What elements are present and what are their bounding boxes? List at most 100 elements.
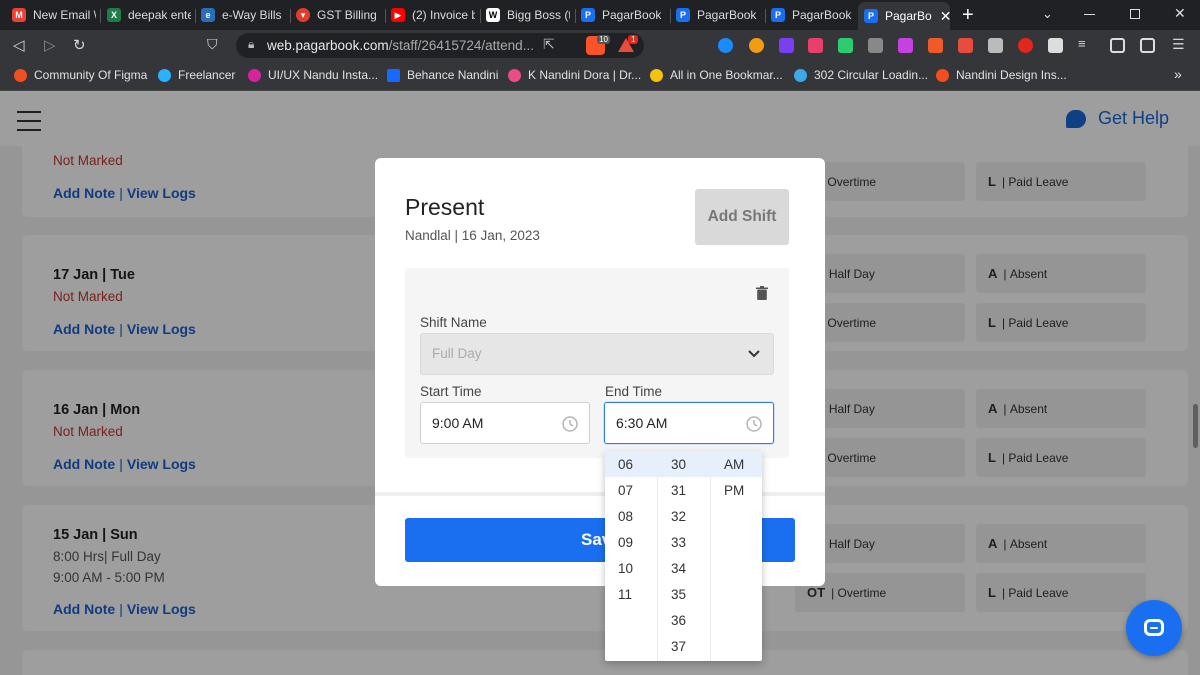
url-host: web.pagarbook.com xyxy=(267,38,389,53)
period-option[interactable]: AM xyxy=(711,451,762,477)
brave-badge: 10 xyxy=(597,35,610,44)
restore-icon[interactable] xyxy=(1130,9,1140,19)
address-bar[interactable]: 🔒︎ web.pagarbook.com/staff/26415724/atte… xyxy=(236,33,644,58)
tab-bigg-boss[interactable]: W Bigg Boss (t xyxy=(486,4,570,26)
hour-option[interactable]: 10 xyxy=(605,555,658,581)
bookmark-icon[interactable]: ⛉ xyxy=(207,36,218,53)
share-icon[interactable]: ⇱ xyxy=(543,36,555,53)
extension-icon[interactable] xyxy=(808,38,823,53)
bookmark-item[interactable]: Nandini Design Ins... xyxy=(936,68,1067,82)
tab-gst-billing[interactable]: ▾ GST Billing S xyxy=(296,4,380,26)
sidebar-icon[interactable] xyxy=(1110,38,1125,53)
shift-name-select[interactable]: Full Day xyxy=(420,333,774,375)
camera-icon[interactable] xyxy=(988,38,1003,53)
menu-icon[interactable]: ☰ xyxy=(1172,36,1185,53)
tab-label: PagarBook xyxy=(697,8,757,22)
bookmarks-bar: Community Of Figma Freelancer UI/UX Nand… xyxy=(0,61,1200,91)
behance-icon xyxy=(387,68,400,82)
bookmark-item[interactable]: UI/UX Nandu Insta... xyxy=(248,68,378,82)
chat-icon xyxy=(1144,619,1164,636)
start-time-label: Start Time xyxy=(420,384,482,399)
minute-option[interactable]: 32 xyxy=(658,503,711,529)
bookmark-label: K Nandini Dora | Dr... xyxy=(528,68,642,82)
hour-option[interactable]: 09 xyxy=(605,529,658,555)
hour-column[interactable]: 06 07 08 09 10 11 xyxy=(605,451,658,661)
close-tab-icon[interactable]: ✕ xyxy=(940,8,950,25)
minute-option[interactable]: 30 xyxy=(658,451,711,477)
dribbble-icon xyxy=(508,68,521,82)
tab-pagarbook-active[interactable]: P PagarBo ✕ xyxy=(858,2,950,30)
period-option[interactable]: PM xyxy=(711,477,762,503)
pagarbook-icon: P xyxy=(864,9,878,23)
tab-label: PagarBook xyxy=(792,8,852,22)
bookmark-item[interactable]: All in One Bookmar... xyxy=(650,68,783,82)
chevron-down-icon xyxy=(748,350,760,358)
chat-support-button[interactable] xyxy=(1126,600,1182,656)
tab-pagarbook-1[interactable]: P PagarBook xyxy=(581,4,665,26)
extension-icon[interactable] xyxy=(898,38,913,53)
new-tab-icon[interactable]: + xyxy=(962,4,974,27)
close-window-icon[interactable]: ✕ xyxy=(1174,5,1186,22)
url-text[interactable]: web.pagarbook.com/staff/26415724/attend.… xyxy=(267,38,534,53)
tab-separator xyxy=(575,9,576,23)
tab-label: GST Billing S xyxy=(317,8,380,22)
tab-separator xyxy=(290,9,291,23)
minute-option[interactable]: 31 xyxy=(658,477,711,503)
record-icon[interactable] xyxy=(1018,38,1033,53)
minute-option[interactable]: 35 xyxy=(658,581,711,607)
more-bookmarks-icon[interactable]: » xyxy=(1174,66,1182,82)
add-shift-button[interactable]: Add Shift xyxy=(695,189,789,245)
minute-option[interactable]: 36 xyxy=(658,607,711,633)
minute-option[interactable]: 37 xyxy=(658,633,711,659)
bookmark-item[interactable]: Community Of Figma xyxy=(14,68,147,82)
tab-label: PagarBook xyxy=(602,8,662,22)
period-column[interactable]: AM PM xyxy=(711,451,762,661)
bookmark-item[interactable]: Behance Nandini xyxy=(387,68,498,82)
shift-name-value: Full Day xyxy=(432,346,482,361)
hour-option[interactable]: 07 xyxy=(605,477,658,503)
clock-icon xyxy=(746,416,762,432)
tab-invoice[interactable]: ▶ (2) Invoice b xyxy=(391,4,475,26)
end-time-input[interactable]: 6:30 AM xyxy=(604,402,774,444)
bookmark-label: All in One Bookmar... xyxy=(670,68,783,82)
tab-search-icon[interactable]: ⌄ xyxy=(1042,6,1053,22)
end-time-value: 6:30 AM xyxy=(616,415,668,431)
hour-option[interactable]: 08 xyxy=(605,503,658,529)
minute-option[interactable]: 33 xyxy=(658,529,711,555)
tab-deepak[interactable]: X deepak ente xyxy=(107,4,191,26)
reload-icon[interactable]: ↻ xyxy=(73,36,86,54)
minute-option[interactable]: 34 xyxy=(658,555,711,581)
forward-icon[interactable]: ▷ xyxy=(44,36,56,54)
tab-eway-bills[interactable]: e e-Way Bills | xyxy=(201,4,285,26)
extension-icon[interactable] xyxy=(749,38,764,53)
extension-icon[interactable] xyxy=(868,38,883,53)
delete-shift-icon[interactable] xyxy=(756,286,768,300)
wallet-icon[interactable] xyxy=(1140,38,1155,53)
extension-icon[interactable] xyxy=(779,38,794,53)
extension-icon[interactable] xyxy=(838,38,853,53)
tab-label: Bigg Boss (t xyxy=(507,8,570,22)
tab-pagarbook-2[interactable]: P PagarBook xyxy=(676,4,760,26)
browser-tab-bar: M New Email \ X deepak ente e e-Way Bill… xyxy=(0,0,1200,30)
tab-label: New Email \ xyxy=(33,8,96,22)
hour-option[interactable]: 06 xyxy=(605,451,658,477)
extension-icon[interactable] xyxy=(718,38,733,53)
back-icon[interactable]: ◁ xyxy=(13,36,25,54)
lock-icon: 🔒︎ xyxy=(248,37,255,51)
instagram-icon xyxy=(248,68,261,82)
extension-icon[interactable] xyxy=(958,38,973,53)
tab-separator xyxy=(765,9,766,23)
bookmark-item[interactable]: K Nandini Dora | Dr... xyxy=(508,68,641,82)
bookmark-item[interactable]: 302 Circular Loadin... xyxy=(794,68,928,82)
hour-option[interactable]: 11 xyxy=(605,581,658,607)
tab-new-email[interactable]: M New Email \ xyxy=(12,4,96,26)
playlist-icon[interactable]: ≡ xyxy=(1078,36,1086,51)
puzzle-icon[interactable] xyxy=(1048,38,1063,53)
bookmark-item[interactable]: Freelancer xyxy=(158,68,235,82)
extension-icon[interactable] xyxy=(928,38,943,53)
tab-pagarbook-3[interactable]: P PagarBook xyxy=(771,4,855,26)
start-time-input[interactable]: 9:00 AM xyxy=(420,402,590,444)
youtube-icon: ▶ xyxy=(391,8,405,22)
minute-column[interactable]: 30 31 32 33 34 35 36 37 xyxy=(658,451,711,661)
minimize-icon[interactable] xyxy=(1084,14,1095,15)
